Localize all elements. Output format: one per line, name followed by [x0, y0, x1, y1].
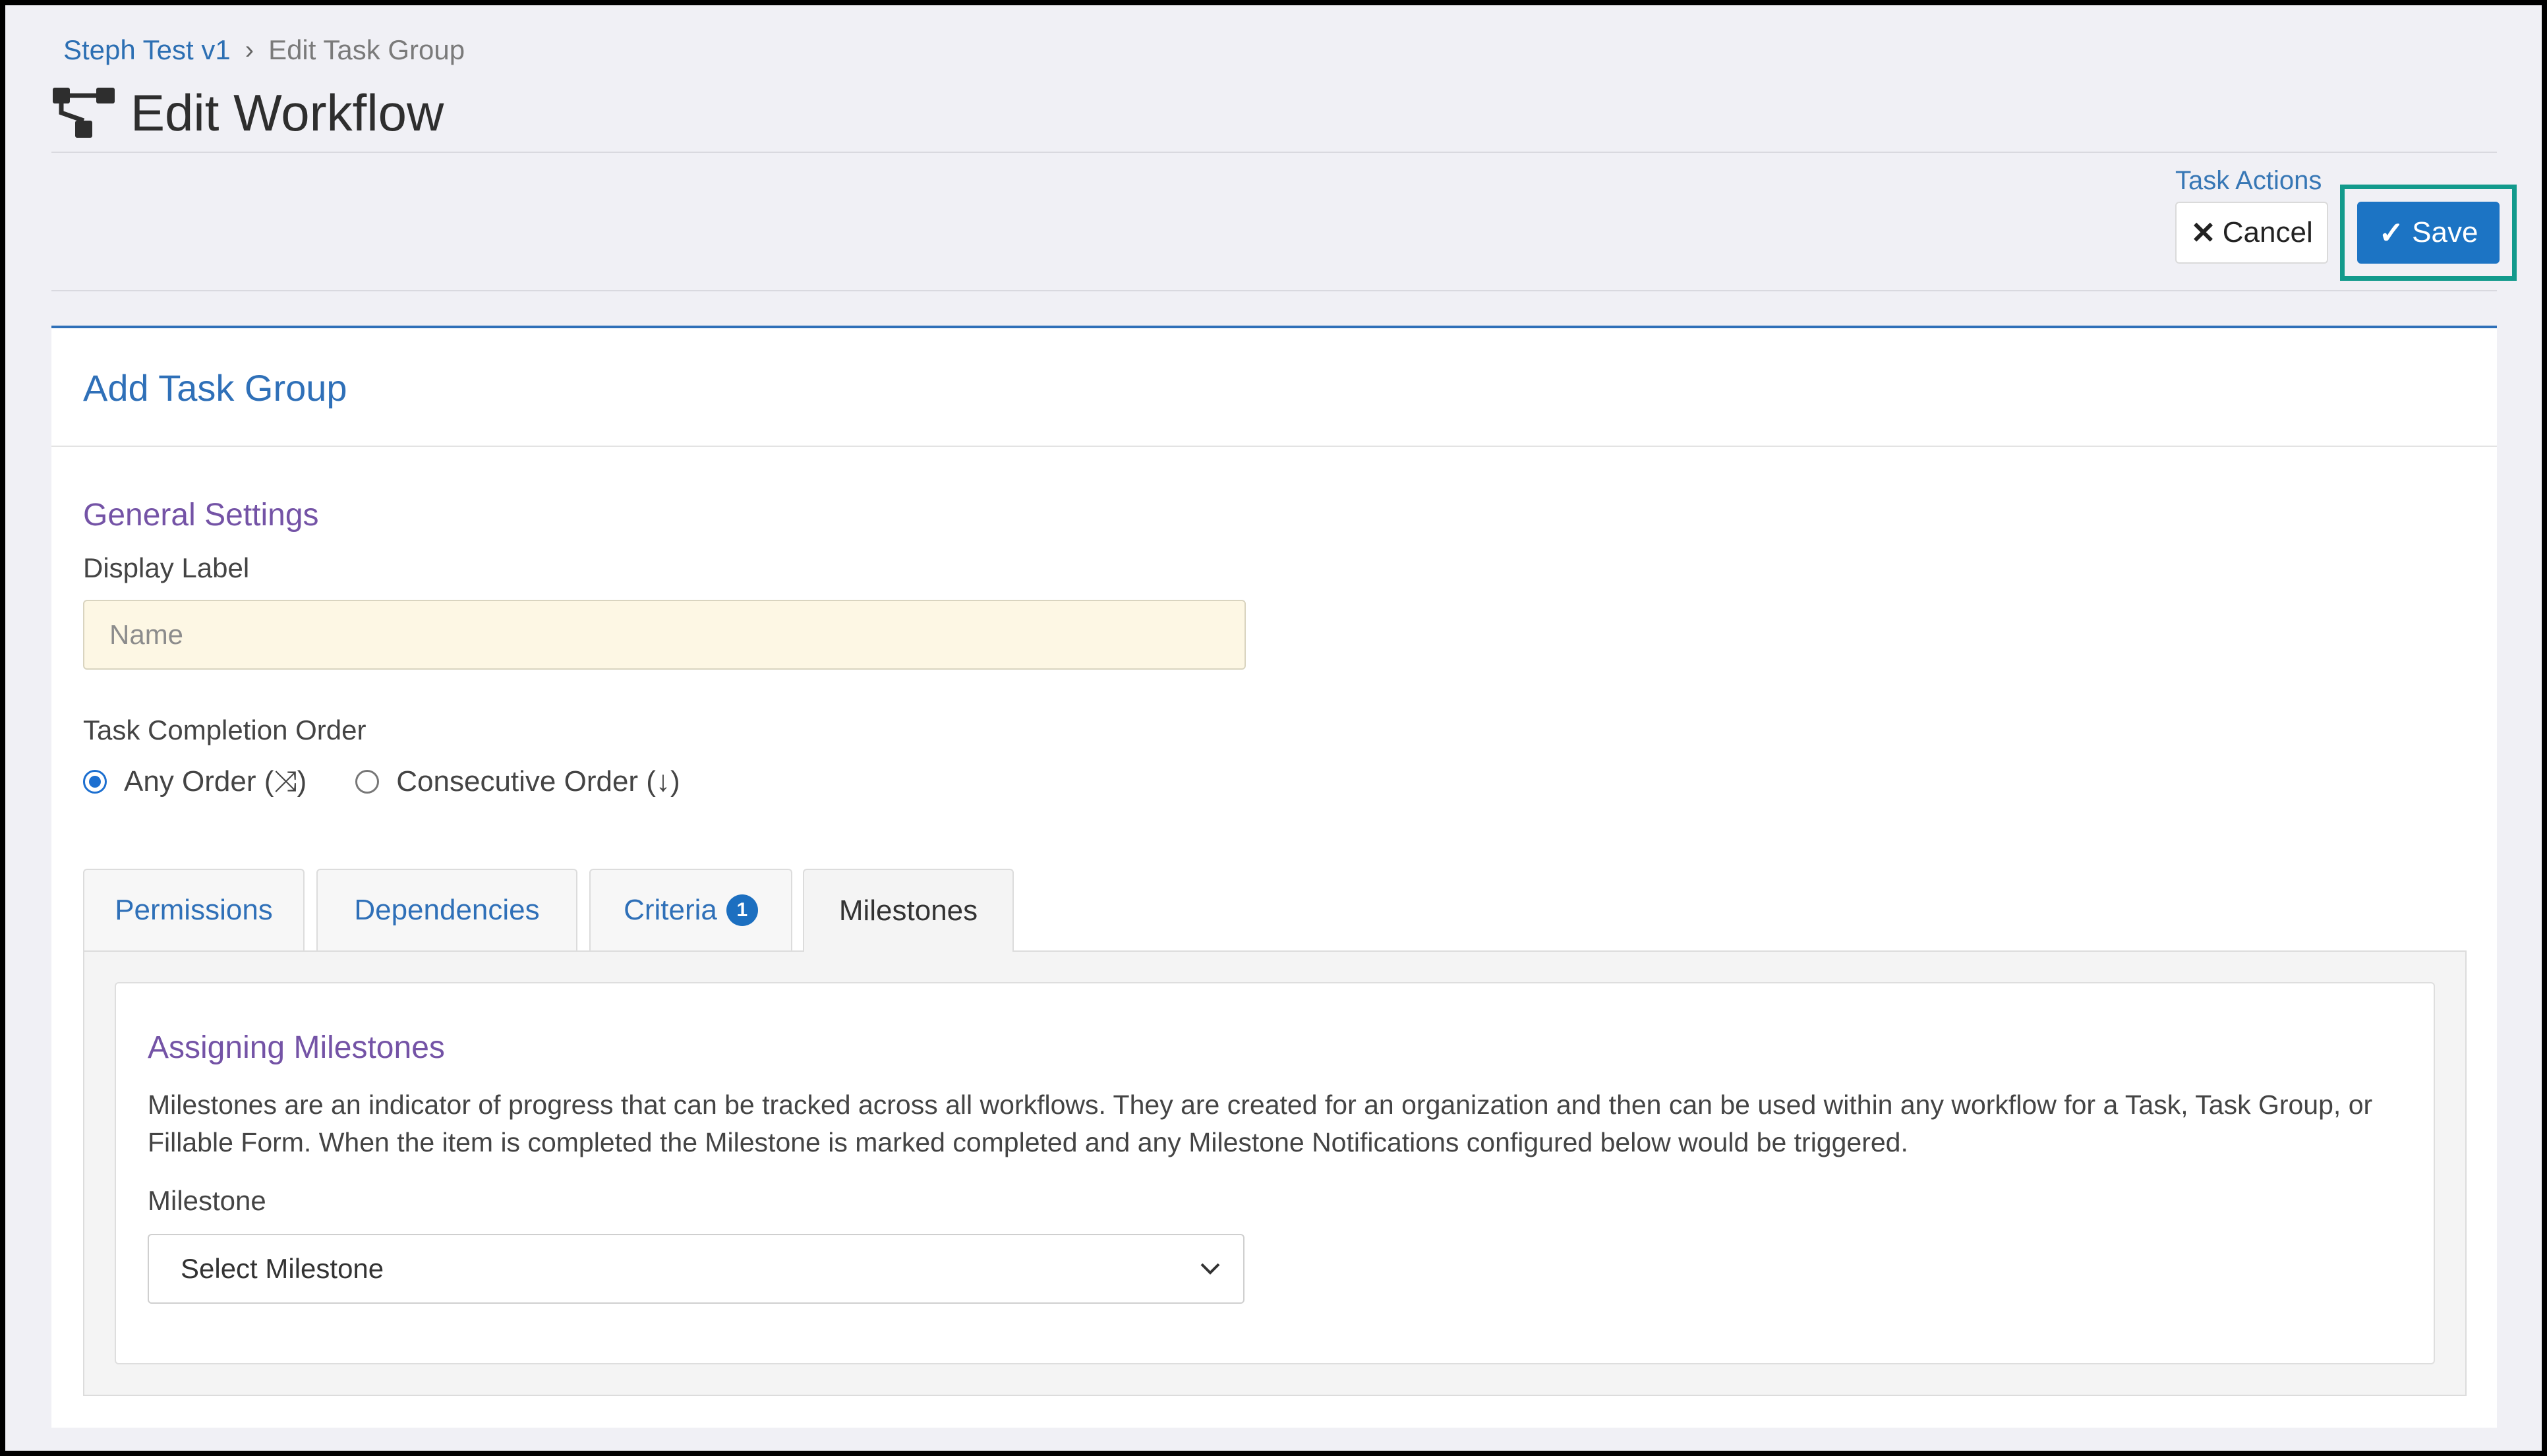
- check-icon: ✓: [2378, 216, 2405, 250]
- chevron-down-icon: [1200, 1263, 1220, 1275]
- milestones-tab-panel: Assigning Milestones Milestones are an i…: [83, 950, 2467, 1396]
- breadcrumb-current: Edit Task Group: [268, 34, 465, 65]
- criteria-count-badge: 1: [726, 894, 758, 926]
- task-actions-label: Task Actions: [2175, 166, 2322, 195]
- card-divider: [51, 446, 2497, 447]
- header-divider: [51, 152, 2497, 153]
- radio-any-order-label: Any Order (⤨): [124, 765, 307, 798]
- assigning-milestones-heading: Assigning Milestones: [148, 1030, 445, 1065]
- tab-dependencies-label: Dependencies: [354, 894, 540, 926]
- task-completion-order-options: Any Order (⤨) Consecutive Order (↓): [83, 762, 729, 801]
- chevron-right-icon: ›: [245, 35, 254, 65]
- close-icon: ✕: [2190, 216, 2216, 250]
- milestone-select-value: Select Milestone: [181, 1253, 384, 1284]
- breadcrumb-link-workflow[interactable]: Steph Test v1: [63, 34, 231, 66]
- workflow-icon: [53, 88, 115, 138]
- tab-criteria-label: Criteria: [624, 894, 717, 926]
- radio-option-any-order[interactable]: Any Order (⤨): [83, 765, 307, 798]
- tab-milestones[interactable]: Milestones: [803, 869, 1014, 952]
- app-window: Steph Test v1 › Edit Task Group Edit Wor…: [5, 5, 2542, 1451]
- actions-divider: [51, 290, 2497, 291]
- milestone-field-label: Milestone: [148, 1185, 266, 1216]
- tab-dependencies[interactable]: Dependencies: [316, 869, 577, 950]
- tab-permissions-label: Permissions: [115, 894, 273, 926]
- radio-consecutive-order[interactable]: [355, 770, 380, 794]
- tab-criteria[interactable]: Criteria 1: [589, 869, 792, 950]
- page-header: Edit Workflow: [51, 76, 444, 149]
- save-button-label: Save: [2412, 216, 2478, 248]
- milestone-select[interactable]: Select Milestone: [148, 1234, 1244, 1304]
- breadcrumb: Steph Test v1 › Edit Task Group: [63, 32, 465, 69]
- radio-option-consecutive-order[interactable]: Consecutive Order (↓): [355, 765, 680, 798]
- milestones-description: Milestones are an indicator of progress …: [148, 1090, 2373, 1157]
- card-title: Add Task Group: [83, 367, 347, 409]
- page-title: Edit Workflow: [131, 83, 444, 142]
- milestones-card: Assigning Milestones Milestones are an i…: [115, 982, 2435, 1364]
- task-completion-order-label: Task Completion Order: [83, 714, 366, 745]
- task-group-card: Add Task Group General Settings Display …: [51, 326, 2497, 1428]
- general-settings-heading: General Settings: [83, 498, 319, 533]
- display-label-input[interactable]: [83, 600, 1246, 670]
- task-group-tabs: Permissions Dependencies Criteria 1 Mile…: [83, 869, 2467, 1396]
- cancel-button[interactable]: ✕ Cancel: [2175, 202, 2328, 264]
- radio-any-order[interactable]: [83, 770, 107, 794]
- save-button[interactable]: ✓ Save: [2357, 202, 2500, 264]
- radio-consecutive-order-label: Consecutive Order (↓): [396, 765, 680, 798]
- cancel-button-label: Cancel: [2222, 216, 2313, 248]
- display-label-label: Display Label: [83, 552, 250, 583]
- tab-milestones-label: Milestones: [838, 894, 978, 927]
- tab-permissions[interactable]: Permissions: [83, 869, 305, 950]
